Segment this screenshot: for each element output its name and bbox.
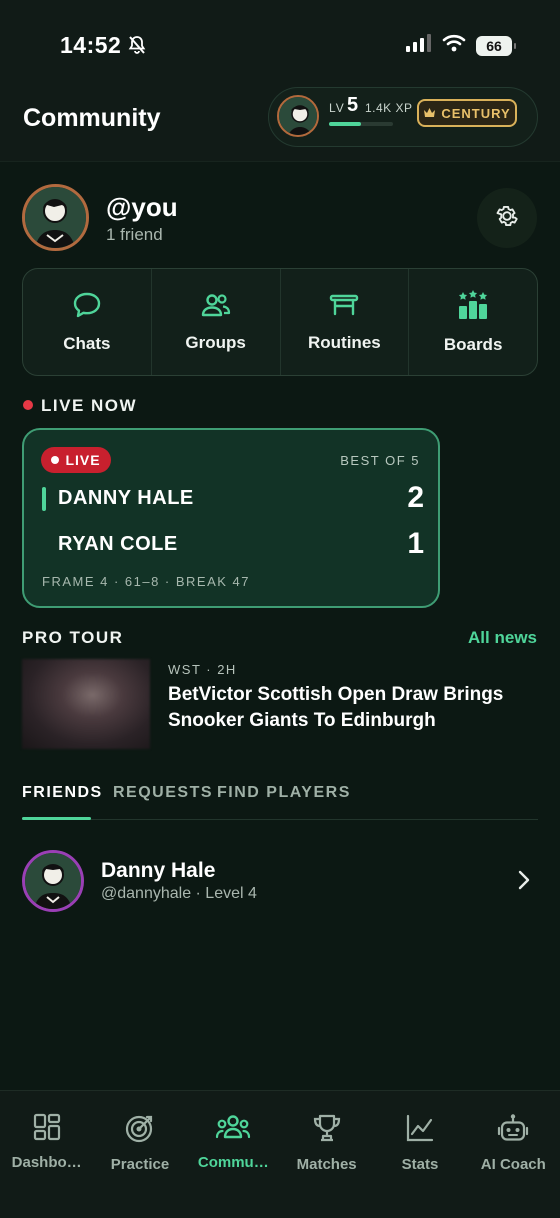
news-thumbnail[interactable] [22, 659, 150, 749]
nav-ai-coach[interactable]: AI Coach [467, 1091, 560, 1218]
status-time: 14:52 [60, 32, 122, 58]
trophy-icon [312, 1113, 342, 1148]
nav-community[interactable]: Commu… [187, 1091, 280, 1218]
player-score: 2 [407, 481, 424, 514]
bottom-nav: Dashbo… Practice Commu… Matches Stats AI… [0, 1090, 560, 1218]
player-name: DANNY HALE [58, 486, 194, 509]
live-badge-label: LIVE [65, 452, 101, 468]
community-icon [215, 1113, 251, 1146]
century-badge: CENTURY [417, 99, 517, 127]
best-of-label: BEST OF 5 [340, 453, 420, 468]
nav-label: Dashbo… [11, 1154, 82, 1171]
nav-label: AI Coach [480, 1156, 546, 1173]
active-tab-underline [22, 817, 91, 820]
profile-avatar[interactable] [22, 184, 89, 251]
player-row: DANNY HALE 2 [58, 481, 424, 515]
target-icon [125, 1113, 155, 1148]
chats-button[interactable]: Chats [23, 269, 152, 375]
dashboard-icon [33, 1113, 61, 1146]
frame-info: FRAME 4 · 61–8 · BREAK 47 [42, 574, 251, 589]
live-dot-icon [51, 456, 60, 464]
friend-name: Danny Hale [101, 859, 216, 882]
tab-friends[interactable]: FRIENDS [22, 784, 103, 802]
avatar [22, 850, 84, 912]
live-now-heading: LIVE NOW [41, 396, 138, 415]
nav-label: Practice [110, 1156, 170, 1173]
boards-label: Boards [443, 334, 503, 354]
tab-find-players[interactable]: FIND PLAYERS [217, 784, 351, 802]
friend-list-item[interactable]: Danny Hale @dannyhale · Level 4 [22, 850, 538, 912]
groups-label: Groups [185, 332, 246, 352]
live-match-card[interactable]: LIVE BEST OF 5 DANNY HALE 2 RYAN COLE 1 … [22, 428, 440, 608]
nav-label: Stats [401, 1156, 439, 1173]
nav-practice[interactable]: Practice [93, 1091, 186, 1218]
boards-button[interactable]: Boards [409, 269, 537, 375]
nav-matches[interactable]: Matches [280, 1091, 373, 1218]
pro-tour-heading: PRO TOUR [22, 628, 124, 647]
friends-tabs: FRIENDS REQUESTS FIND PLAYERS [22, 784, 538, 820]
bell-muted-icon [127, 35, 147, 60]
tab-requests[interactable]: REQUESTS [113, 784, 213, 802]
live-badge: LIVE [41, 447, 111, 473]
quick-actions: Chats Groups Routines Boards [22, 268, 538, 376]
level-number: 5 [347, 94, 359, 116]
status-bar: 14:52 66 [0, 0, 560, 90]
groups-icon [201, 292, 231, 323]
player-score: 1 [407, 527, 424, 560]
level-prefix: LV [329, 101, 345, 115]
avatar [277, 95, 319, 137]
friend-subtitle: @dannyhale · Level 4 [101, 885, 257, 902]
profile-friend-count: 1 friend [106, 225, 163, 244]
news-headline[interactable]: BetVictor Scottish Open Draw Brings Snoo… [168, 682, 538, 734]
wifi-icon [442, 34, 466, 57]
signal-icon [406, 34, 432, 57]
gear-icon [494, 203, 520, 234]
nav-stats[interactable]: Stats [373, 1091, 466, 1218]
nav-label: Commu… [197, 1154, 269, 1171]
player-row: RYAN COLE 1 [58, 527, 424, 561]
routines-label: Routines [308, 332, 381, 352]
xp-amount: 1.4K XP [365, 101, 413, 115]
leaderboard-icon [456, 289, 490, 325]
battery-indicator: 66 [476, 35, 516, 56]
chat-bubble-icon [72, 291, 102, 324]
chats-label: Chats [63, 333, 111, 353]
all-news-link[interactable]: All news [468, 628, 537, 648]
table-icon [329, 292, 359, 323]
century-badge-label: CENTURY [441, 105, 511, 121]
settings-button[interactable] [477, 188, 537, 248]
page-title: Community [23, 104, 161, 132]
crown-icon [423, 106, 436, 121]
leader-indicator [42, 487, 46, 511]
xp-progress-bar [329, 122, 393, 126]
player-name: RYAN COLE [58, 532, 178, 555]
groups-button[interactable]: Groups [152, 269, 281, 375]
routines-button[interactable]: Routines [281, 269, 410, 375]
app-header: Community LV 5 1.4K XP CENTURY [0, 87, 560, 162]
chevron-right-icon [518, 870, 530, 895]
nav-label: Matches [296, 1156, 357, 1173]
robot-icon [497, 1113, 529, 1148]
nav-dashboard[interactable]: Dashbo… [0, 1091, 93, 1218]
xp-progress-fill [329, 122, 361, 126]
xp-level-pill[interactable]: LV 5 1.4K XP CENTURY [268, 87, 538, 147]
profile-handle: @you [106, 192, 178, 222]
live-indicator-dot [23, 400, 33, 410]
stats-chart-icon [405, 1113, 435, 1148]
news-meta: WST · 2H [168, 662, 237, 677]
